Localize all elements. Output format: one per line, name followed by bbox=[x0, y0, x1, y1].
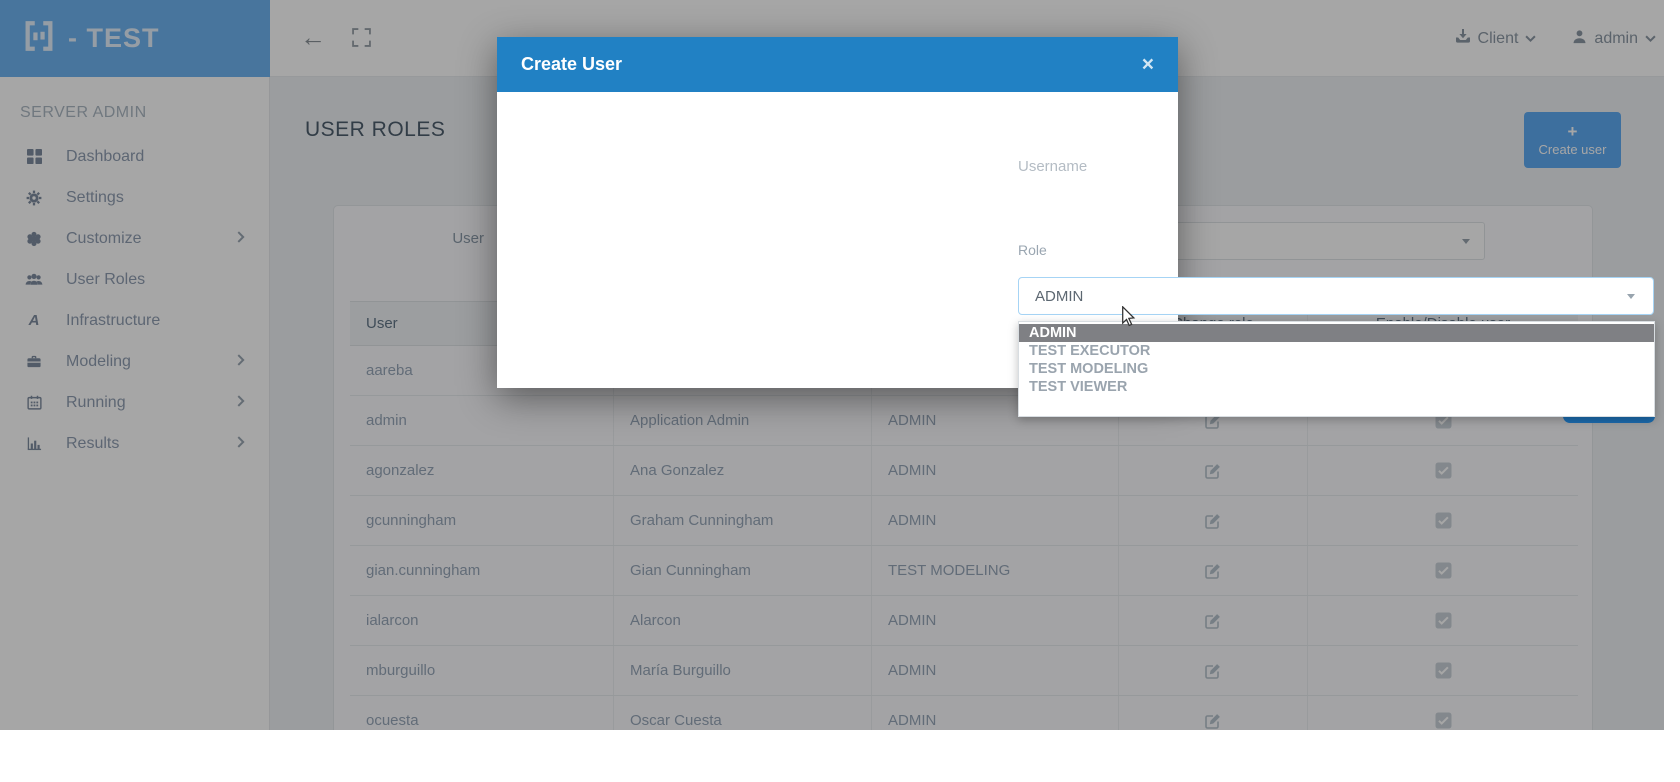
role-option-test-modeling[interactable]: TEST MODELING bbox=[1019, 360, 1654, 378]
caret-down-icon bbox=[1627, 294, 1635, 299]
role-label: Role bbox=[1018, 242, 1047, 258]
role-option-test-viewer[interactable]: TEST VIEWER bbox=[1019, 378, 1654, 396]
create-user-modal: Create User × Role ADMIN ADMINTEST EXECU… bbox=[497, 37, 1178, 388]
role-select-value: ADMIN bbox=[1035, 288, 1083, 305]
modal-title: Create User bbox=[521, 54, 622, 75]
username-input[interactable] bbox=[1018, 149, 1651, 183]
role-select[interactable]: ADMIN bbox=[1018, 277, 1654, 315]
modal-header: Create User × bbox=[497, 37, 1178, 92]
role-option-test-executor[interactable]: TEST EXECUTOR bbox=[1019, 342, 1654, 360]
close-icon[interactable]: × bbox=[1142, 55, 1154, 75]
mouse-cursor bbox=[1120, 306, 1137, 333]
screen: - TEST ← Client bbox=[0, 0, 1680, 782]
role-options-list: ADMINTEST EXECUTORTEST MODELINGTEST VIEW… bbox=[1018, 321, 1655, 417]
role-option-admin[interactable]: ADMIN bbox=[1019, 324, 1654, 342]
